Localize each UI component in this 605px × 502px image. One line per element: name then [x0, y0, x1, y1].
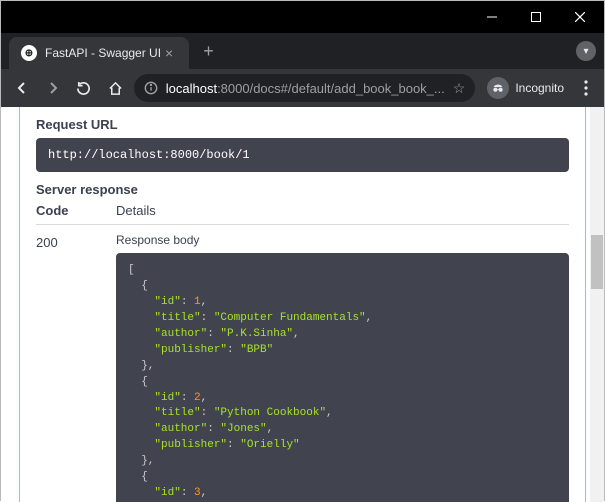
home-button[interactable] [103, 74, 128, 102]
incognito-icon [487, 77, 509, 99]
request-url-label: Request URL [36, 117, 569, 132]
page-content: Request URL http://localhost:8000/book/1… [1, 107, 604, 502]
tab-title: FastAPI - Swagger UI [45, 46, 161, 60]
window-title-bar [1, 1, 604, 33]
incognito-label: Incognito [515, 81, 564, 95]
reload-button[interactable] [71, 74, 96, 102]
browser-menu-button[interactable] [576, 80, 596, 96]
status-code: 200 [36, 233, 116, 502]
back-button[interactable] [9, 74, 34, 102]
response-body-label: Response body [116, 233, 569, 247]
new-tab-button[interactable]: + [189, 41, 228, 62]
site-info-icon[interactable] [144, 81, 158, 95]
browser-tab[interactable]: ⊕ FastAPI - Swagger UI × [9, 37, 189, 69]
bookmark-icon[interactable]: ☆ [453, 80, 466, 97]
response-body-box: [ { "id": 1, "title": "Computer Fundamen… [116, 253, 569, 502]
response-table-header: Code Details [36, 203, 569, 225]
code-column-header: Code [36, 203, 116, 218]
address-url: localhost:8000/docs#/default/add_book_bo… [166, 81, 445, 96]
window-close-button[interactable] [558, 2, 602, 32]
request-url-box: http://localhost:8000/book/1 [36, 138, 569, 172]
response-details: Response body [ { "id": 1, "title": "Com… [116, 233, 569, 502]
response-body-content: [ { "id": 1, "title": "Computer Fundamen… [128, 263, 557, 502]
forward-button[interactable] [40, 74, 65, 102]
server-response-label: Server response [36, 182, 569, 197]
address-bar[interactable]: localhost:8000/docs#/default/add_book_bo… [134, 74, 476, 102]
tab-search-button[interactable]: ▾ [576, 41, 596, 61]
swagger-operation-panel: Request URL http://localhost:8000/book/1… [19, 107, 586, 502]
browser-nav-bar: localhost:8000/docs#/default/add_book_bo… [1, 69, 604, 107]
scrollbar-track[interactable] [590, 107, 604, 502]
incognito-indicator[interactable]: Incognito [481, 77, 570, 99]
tab-close-button[interactable]: × [161, 45, 177, 61]
window-minimize-button[interactable] [470, 2, 514, 32]
scrollbar-thumb[interactable] [591, 235, 603, 289]
response-row: 200 Response body [ { "id": 1, "title": … [36, 233, 569, 502]
details-column-header: Details [116, 203, 156, 218]
browser-tab-bar: ⊕ FastAPI - Swagger UI × + ▾ [1, 33, 604, 69]
tab-favicon: ⊕ [21, 45, 37, 61]
window-maximize-button[interactable] [514, 2, 558, 32]
